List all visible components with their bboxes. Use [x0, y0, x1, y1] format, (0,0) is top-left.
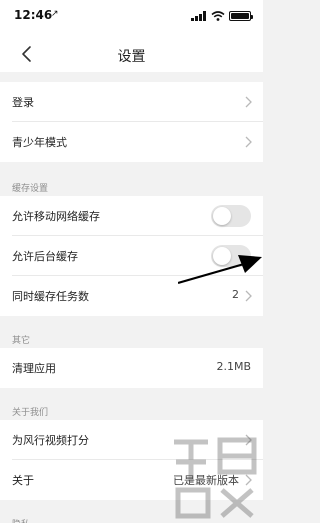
cache-size-value: 2.1MB: [216, 360, 251, 373]
status-icons: [191, 11, 253, 21]
section-title: 隐私: [12, 517, 30, 523]
section-header-other: 其它: [0, 326, 263, 350]
watermark-logo-icon: [174, 437, 257, 519]
wifi-icon: [211, 11, 225, 21]
row-label: 关于: [12, 474, 34, 487]
toggle-knob: [213, 207, 231, 225]
section-header-about-us: 关于我们: [0, 398, 263, 422]
battery-icon: [229, 11, 253, 21]
settings-row-login[interactable]: 登录: [0, 82, 263, 122]
section-title: 其它: [12, 336, 31, 346]
chevron-right-icon: [245, 136, 252, 148]
row-label: 允许后台缓存: [12, 250, 78, 263]
row-label: 登录: [12, 96, 34, 109]
row-label: 青少年模式: [12, 136, 67, 149]
section-title: 关于我们: [12, 408, 49, 418]
mobile-cache-toggle[interactable]: [211, 205, 251, 227]
settings-row-clear-app[interactable]: 清理应用 2.1MB: [0, 348, 263, 388]
status-bar: 12:46 ↗: [0, 0, 263, 36]
signal-icon: [191, 11, 206, 21]
section-header-cache: 缓存设置: [0, 174, 263, 198]
location-icon: ↗: [51, 9, 59, 19]
section-title: 缓存设置: [12, 184, 49, 194]
settings-row-mobile-cache: 允许移动网络缓存: [0, 196, 263, 236]
settings-row-teen-mode[interactable]: 青少年模式: [0, 122, 263, 162]
row-label: 允许移动网络缓存: [12, 210, 100, 223]
page-title: 设置: [117, 49, 146, 65]
annotation-arrow-icon: [178, 255, 262, 285]
row-label: 清理应用: [12, 362, 56, 375]
row-label: 同时缓存任务数: [12, 290, 89, 303]
row-label: 为风行视频打分: [12, 434, 89, 447]
chevron-right-icon: [245, 96, 252, 108]
concurrent-tasks-value: 2: [232, 288, 239, 301]
chevron-right-icon: [245, 290, 252, 302]
nav-bar: 设置: [0, 36, 263, 72]
status-time: 12:46: [14, 8, 53, 22]
